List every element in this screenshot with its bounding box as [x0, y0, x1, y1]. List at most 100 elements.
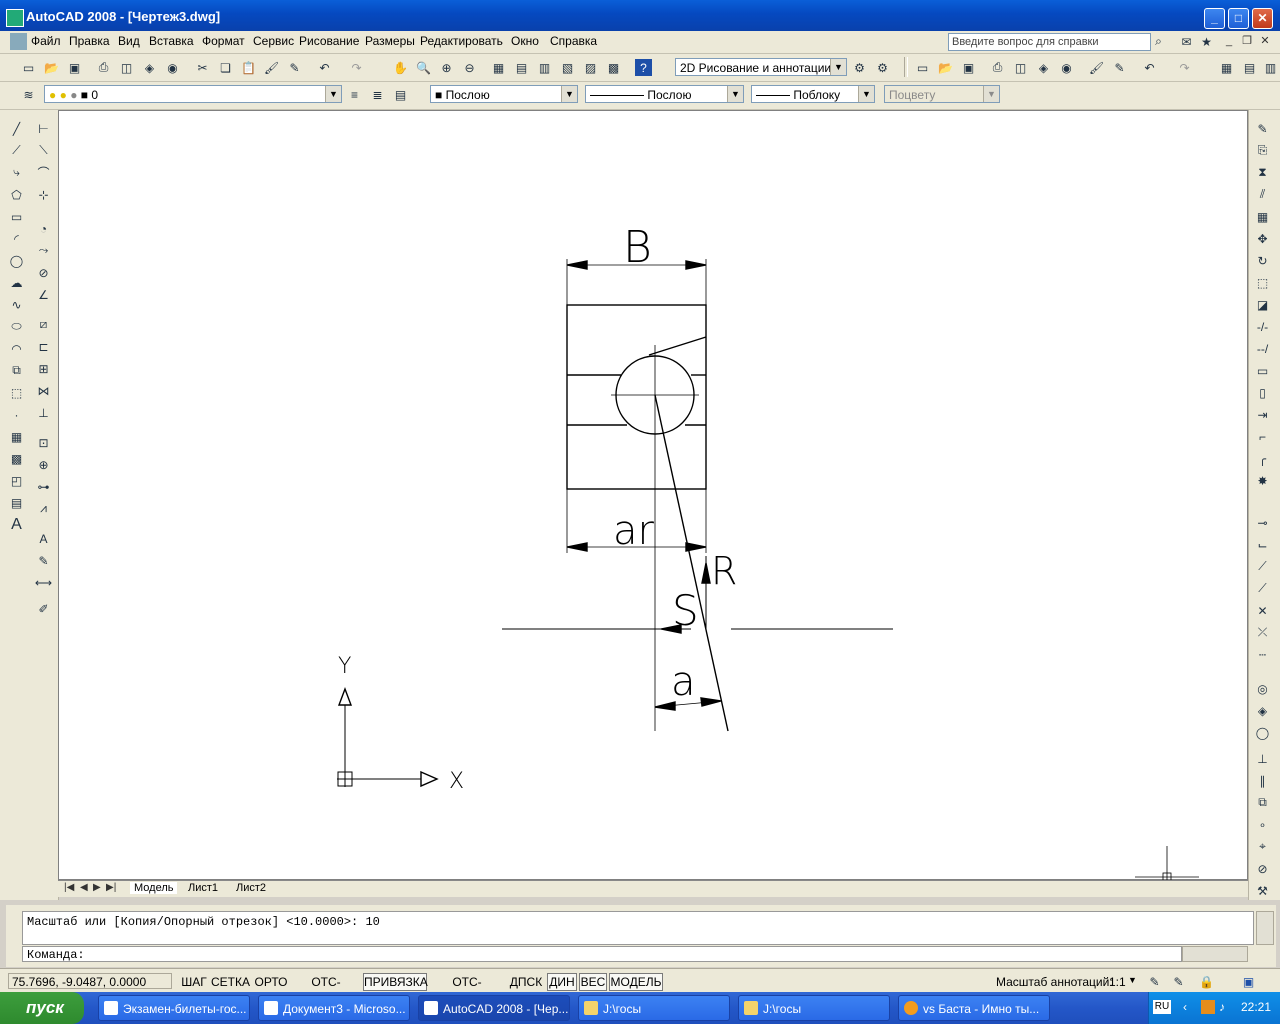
move-icon[interactable]: ✥ [1254, 230, 1271, 247]
lock-icon[interactable]: 🔒 [1198, 973, 1215, 990]
snap-none-icon[interactable]: ⊘ [1254, 860, 1271, 877]
pan-icon[interactable]: ✋ [392, 59, 409, 76]
ortho-toggle[interactable]: ОРТО [252, 973, 290, 991]
layer-manager-icon[interactable]: ≋ [20, 86, 37, 103]
snap-midpoint-icon[interactable]: ⟋ [1254, 580, 1271, 597]
snap-parallel-icon[interactable]: ∥ [1254, 772, 1271, 789]
taskbar-item-folder-2[interactable]: J:\госы [738, 995, 890, 1021]
help-icon[interactable]: ? [635, 59, 652, 76]
publish-icon[interactable]: ◈ [141, 59, 158, 76]
dimension-text-edit-icon[interactable]: ✎ [35, 552, 52, 569]
label-s[interactable]: S [672, 586, 699, 635]
open-icon[interactable]: 📂 [43, 59, 60, 76]
arc-length-icon[interactable]: ⌒ [35, 164, 52, 181]
undo-icon[interactable]: ↶ [1141, 59, 1158, 76]
layer-select[interactable]: ● ● ● ■ 0 ▼ [44, 85, 342, 103]
3d-dwf-icon[interactable]: ◉ [1058, 59, 1075, 76]
plot-icon[interactable]: ⎙ [989, 59, 1006, 76]
save-icon[interactable]: ▣ [960, 59, 977, 76]
lwt-toggle[interactable]: ВЕС [579, 973, 607, 991]
menu-draw[interactable]: Рисование [299, 34, 359, 48]
snap-extension-icon[interactable]: ┄ [1254, 646, 1271, 663]
tool-palettes-icon[interactable]: ▥ [1262, 59, 1279, 76]
chevron-down-icon[interactable]: ▼ [561, 86, 577, 102]
snap-toggle[interactable]: ШАГ [180, 973, 208, 991]
temporary-track-icon[interactable]: ⊸ [1254, 514, 1271, 531]
snap-node-icon[interactable]: ∘ [1254, 816, 1271, 833]
block-editor-icon[interactable]: ✎ [286, 59, 303, 76]
contact-line[interactable] [648, 336, 707, 356]
maximize-button[interactable]: □ [1228, 8, 1249, 29]
paste-icon[interactable]: 📋 [240, 59, 257, 76]
tab-model[interactable]: Модель [130, 882, 178, 894]
communication-center-icon[interactable]: ✉ [1178, 33, 1195, 50]
tab-scroll-next-icon[interactable]: ▶ [93, 882, 101, 893]
auto-scale-icon[interactable]: ✎ [1170, 973, 1187, 990]
drawing-canvas[interactable]: B ar R S a Y X [58, 110, 1248, 881]
join-icon[interactable]: ⇥ [1254, 406, 1271, 423]
new-icon[interactable]: ▭ [914, 59, 931, 76]
publish-icon[interactable]: ◈ [1035, 59, 1052, 76]
array-icon[interactable]: ▦ [1254, 208, 1271, 225]
close-button[interactable]: ✕ [1252, 8, 1273, 29]
polygon-icon[interactable]: ⬠ [8, 186, 25, 203]
gradient-icon[interactable]: ▩ [8, 450, 25, 467]
linetype-select[interactable]: Послою ▼ [585, 85, 744, 103]
tab-layout2[interactable]: Лист2 [236, 882, 266, 894]
design-center-icon[interactable]: ▤ [1241, 59, 1258, 76]
snap-insert-icon[interactable]: ⧉ [1254, 794, 1271, 811]
menu-help[interactable]: Справка [550, 34, 597, 48]
color-select[interactable]: ■ Послою ▼ [430, 85, 578, 103]
undo-icon[interactable]: ↶ [316, 59, 333, 76]
calculator-icon[interactable]: ▩ [605, 59, 622, 76]
make-block-icon[interactable]: ⬚ [8, 384, 25, 401]
cut-icon[interactable]: ✂ [194, 59, 211, 76]
block-editor-icon[interactable]: ✎ [1111, 59, 1128, 76]
extend-icon[interactable]: --/ [1254, 340, 1271, 357]
snap-endpoint-icon[interactable]: ⟋ [1254, 558, 1271, 575]
inspection-icon[interactable]: ⊶ [35, 478, 52, 495]
chevron-down-icon[interactable]: ▼ [858, 86, 874, 102]
linear-dimension-icon[interactable]: ⊢ [35, 120, 52, 137]
3d-dwf-icon[interactable]: ◉ [164, 59, 181, 76]
menu-file[interactable]: Файл [31, 34, 61, 48]
rectangle-icon[interactable]: ▭ [8, 208, 25, 225]
command-input[interactable]: Команда: [22, 946, 1182, 962]
properties-icon[interactable]: ▦ [490, 59, 507, 76]
chamfer-icon[interactable]: ⌐ [1254, 428, 1271, 445]
coordinates-display[interactable]: 75.7696, -9.0487, 0.0000 [8, 973, 172, 989]
menu-dimension[interactable]: Размеры [365, 34, 415, 48]
explode-icon[interactable]: ✸ [1254, 472, 1271, 489]
dim-text-ar[interactable]: ar [613, 508, 655, 554]
workspace-select[interactable]: 2D Рисование и аннотации ▼ [675, 58, 847, 76]
tab-scroll-first-icon[interactable]: |◀ [64, 882, 74, 893]
clean-screen-icon[interactable]: ▣ [1240, 973, 1257, 990]
polar-toggle[interactable]: ОТС-ПОЛЯР [292, 973, 360, 1005]
erase-icon[interactable]: ✎ [1254, 120, 1271, 137]
menu-format[interactable]: Формат [202, 34, 245, 48]
snap-apparent-intersection-icon[interactable]: ⤫ [1254, 624, 1271, 641]
menu-window[interactable]: Окно [511, 34, 539, 48]
line-icon[interactable]: ╱ [8, 120, 25, 137]
media-tray-icon[interactable] [1201, 1000, 1215, 1014]
title-bar[interactable]: AutoCAD 2008 - [Чертеж3.dwg] _ □ ✕ [0, 0, 1280, 34]
match-properties-icon[interactable]: 🖌 [263, 59, 280, 76]
chevron-down-icon[interactable]: ▼ [325, 86, 341, 102]
menu-view[interactable]: Вид [118, 34, 140, 48]
polyline-icon[interactable]: ⤷ [8, 164, 25, 181]
menu-modify[interactable]: Редактировать [420, 34, 503, 48]
taskbar-item-folder-1[interactable]: J:\госы [578, 995, 730, 1021]
trim-icon[interactable]: -/- [1254, 318, 1271, 335]
save-icon[interactable]: ▣ [66, 59, 83, 76]
menu-tools[interactable]: Сервис [253, 34, 294, 48]
hatch-icon[interactable]: ▦ [8, 428, 25, 445]
ellipse-icon[interactable]: ⬭ [8, 318, 25, 335]
stretch-icon[interactable]: ◪ [1254, 296, 1271, 313]
aligned-dimension-icon[interactable]: ⟍ [35, 142, 52, 159]
command-hscrollbar[interactable] [1182, 946, 1248, 962]
command-scrollbar[interactable] [1256, 911, 1274, 945]
menu-edit[interactable]: Правка [69, 34, 110, 48]
taskbar-item-word-doc[interactable]: Документ3 - Microso... [258, 995, 410, 1021]
scale-icon[interactable]: ⬚ [1254, 274, 1271, 291]
offset-icon[interactable]: ⫽ [1254, 186, 1271, 203]
